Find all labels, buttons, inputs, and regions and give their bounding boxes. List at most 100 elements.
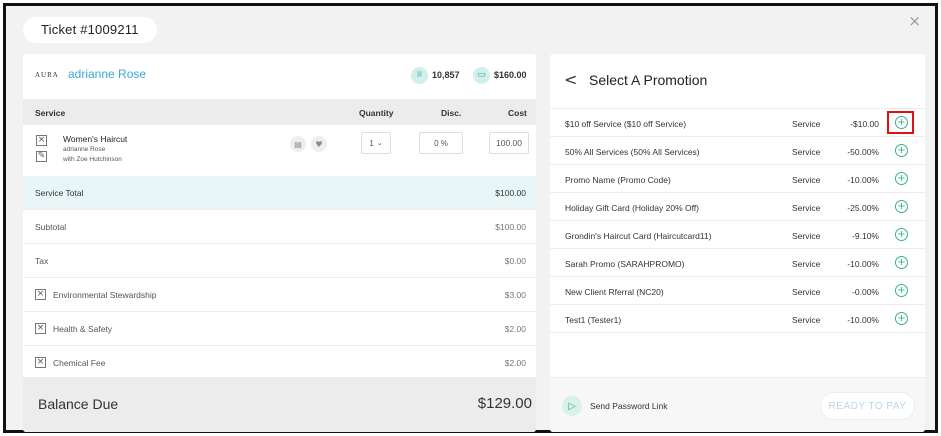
chevron-down-icon: ⌄ <box>376 140 383 147</box>
add-promotion-icon[interactable]: + <box>895 116 908 129</box>
service-table-header: Service Quantity Disc. Cost <box>23 99 536 125</box>
promotion-row[interactable]: Holiday Gift Card (Holiday 20% Off) Serv… <box>550 193 925 221</box>
promotion-type: Service <box>792 231 821 241</box>
quantity-value: 1 <box>369 138 374 148</box>
remove-service-icon[interactable]: × <box>36 135 47 146</box>
close-icon[interactable]: × <box>908 12 921 30</box>
promotion-name: Grondin's Haircut Card (Haircutcard11) <box>565 231 712 241</box>
promotion-panel: < Select A Promotion $10 off Service ($1… <box>550 54 925 432</box>
fee-row: × Chemical Fee $2.00 <box>23 346 536 380</box>
gift-card-icon: ▭ <box>473 66 490 84</box>
add-promotion-icon[interactable]: + <box>895 228 908 241</box>
fee-row: × Environmental Stewardship $3.00 <box>23 278 536 312</box>
header-service: Service <box>35 108 66 118</box>
promotion-name: Holiday Gift Card (Holiday 20% Off) <box>565 203 700 213</box>
promotion-type: Service <box>792 259 821 269</box>
send-password-link[interactable]: Send Password Link <box>590 401 668 411</box>
service-total-label: Service Total <box>35 188 84 198</box>
promotion-amount: -10.00% <box>847 175 879 185</box>
gift-card-balance: $160.00 <box>494 70 527 80</box>
service-total-value: $100.00 <box>495 188 526 198</box>
header-quantity: Quantity <box>359 108 394 118</box>
fee-value: $2.00 <box>504 358 526 368</box>
fee-label: Health & Safety <box>53 324 113 334</box>
promotion-name: Test1 (Tester1) <box>565 315 622 325</box>
header-disc: Disc. <box>441 108 462 118</box>
promotion-amount: -$10.00 <box>850 119 879 129</box>
balance-due-label: Balance Due <box>38 396 119 412</box>
promotion-row[interactable]: Sarah Promo (SARAHPROMO) Service -10.00%… <box>550 249 925 277</box>
notes-icon[interactable]: ▤ <box>290 136 306 152</box>
tax-label: Tax <box>35 256 49 266</box>
promotion-type: Service <box>792 203 821 213</box>
tax-row: Tax $0.00 <box>23 244 536 278</box>
remove-fee-icon[interactable]: × <box>35 289 46 300</box>
send-icon[interactable]: ▷ <box>562 396 582 416</box>
promotion-name: Promo Name (Promo Code) <box>565 175 671 185</box>
points-value: 10,857 <box>432 70 460 80</box>
favorite-heart-icon[interactable]: ♥ <box>311 136 327 152</box>
client-header: AURA adrianne Rose ♕ 10,857 ▭ $160.00 <box>23 54 536 99</box>
promotion-amount: -0.00% <box>852 287 879 297</box>
promotion-header: < Select A Promotion <box>550 54 925 109</box>
trophy-icon: ♕ <box>411 66 428 84</box>
add-promotion-icon[interactable]: + <box>895 256 908 269</box>
subtotal-value: $100.00 <box>495 222 526 232</box>
back-chevron-icon[interactable]: < <box>564 70 577 89</box>
points-badge: ♕ 10,857 <box>407 65 466 85</box>
promotion-title: Select A Promotion <box>589 72 708 88</box>
balance-due-value: $129.00 <box>477 395 532 412</box>
cost-input[interactable]: 100.00 <box>489 132 529 154</box>
promotion-row[interactable]: $10 off Service ($10 off Service) Servic… <box>550 109 925 137</box>
balance-due-bar: Balance Due $129.00 <box>23 377 536 432</box>
service-name: Women's Haircut <box>63 134 128 144</box>
promotion-amount: -10.00% <box>847 259 879 269</box>
promotion-amount: -9.10% <box>852 231 879 241</box>
add-promotion-icon[interactable]: + <box>895 200 908 213</box>
service-total-row: Service Total $100.00 <box>23 176 536 210</box>
add-promotion-icon[interactable]: + <box>895 312 908 325</box>
promotion-amount: -10.00% <box>847 315 879 325</box>
promotion-type: Service <box>792 119 821 129</box>
aura-logo: AURA <box>35 71 59 79</box>
service-client: adrianne Rose <box>63 146 106 153</box>
promotion-type: Service <box>792 147 821 157</box>
promotion-row[interactable]: Test1 (Tester1) Service -10.00% + <box>550 305 925 333</box>
promotion-type: Service <box>792 175 821 185</box>
promotion-name: Sarah Promo (SARAHPROMO) <box>565 259 685 269</box>
promotion-amount: -25.00% <box>847 203 879 213</box>
promotion-type: Service <box>792 315 821 325</box>
promotion-row[interactable]: Promo Name (Promo Code) Service -10.00% … <box>550 165 925 193</box>
fee-value: $3.00 <box>504 290 526 300</box>
fee-label: Chemical Fee <box>53 358 106 368</box>
ticket-number: Ticket #1009211 <box>23 17 157 43</box>
discount-input[interactable]: 0 % <box>419 132 463 154</box>
quantity-select[interactable]: 1 ⌄ <box>361 132 391 154</box>
remove-fee-icon[interactable]: × <box>35 323 46 334</box>
remove-fee-icon[interactable]: × <box>35 357 46 368</box>
promotion-name: New Client Rferral (NC20) <box>565 287 664 297</box>
add-promotion-icon[interactable]: + <box>895 284 908 297</box>
promotion-row[interactable]: 50% All Services (50% All Services) Serv… <box>550 137 925 165</box>
client-name[interactable]: adrianne Rose <box>68 67 146 81</box>
promotion-amount: -50.00% <box>847 147 879 157</box>
fee-row: × Health & Safety $2.00 <box>23 312 536 346</box>
promotion-name: 50% All Services (50% All Services) <box>565 147 700 157</box>
promotion-row[interactable]: New Client Rferral (NC20) Service -0.00%… <box>550 277 925 305</box>
promotion-name: $10 off Service ($10 off Service) <box>565 119 687 129</box>
ticket-panel: AURA adrianne Rose ♕ 10,857 ▭ $160.00 Se… <box>23 54 536 432</box>
gift-card-badge: ▭ $160.00 <box>469 65 533 85</box>
promotion-row[interactable]: Grondin's Haircut Card (Haircutcard11) S… <box>550 221 925 249</box>
add-promotion-icon[interactable]: + <box>895 144 908 157</box>
payment-footer: ▷ Send Password Link READY TO PAY <box>550 377 925 432</box>
tax-value: $0.00 <box>504 256 526 266</box>
add-promotion-icon[interactable]: + <box>895 172 908 185</box>
service-line-item: × ✎ Women's Haircut adrianne Rose with Z… <box>23 125 536 176</box>
fee-label: Environmental Stewardship <box>53 290 157 300</box>
subtotal-label: Subtotal <box>35 222 67 232</box>
fee-value: $2.00 <box>504 324 526 334</box>
ready-to-pay-button[interactable]: READY TO PAY <box>820 392 915 420</box>
header-cost: Cost <box>508 108 527 118</box>
edit-service-icon[interactable]: ✎ <box>36 151 47 162</box>
subtotal-row: Subtotal $100.00 <box>23 210 536 244</box>
